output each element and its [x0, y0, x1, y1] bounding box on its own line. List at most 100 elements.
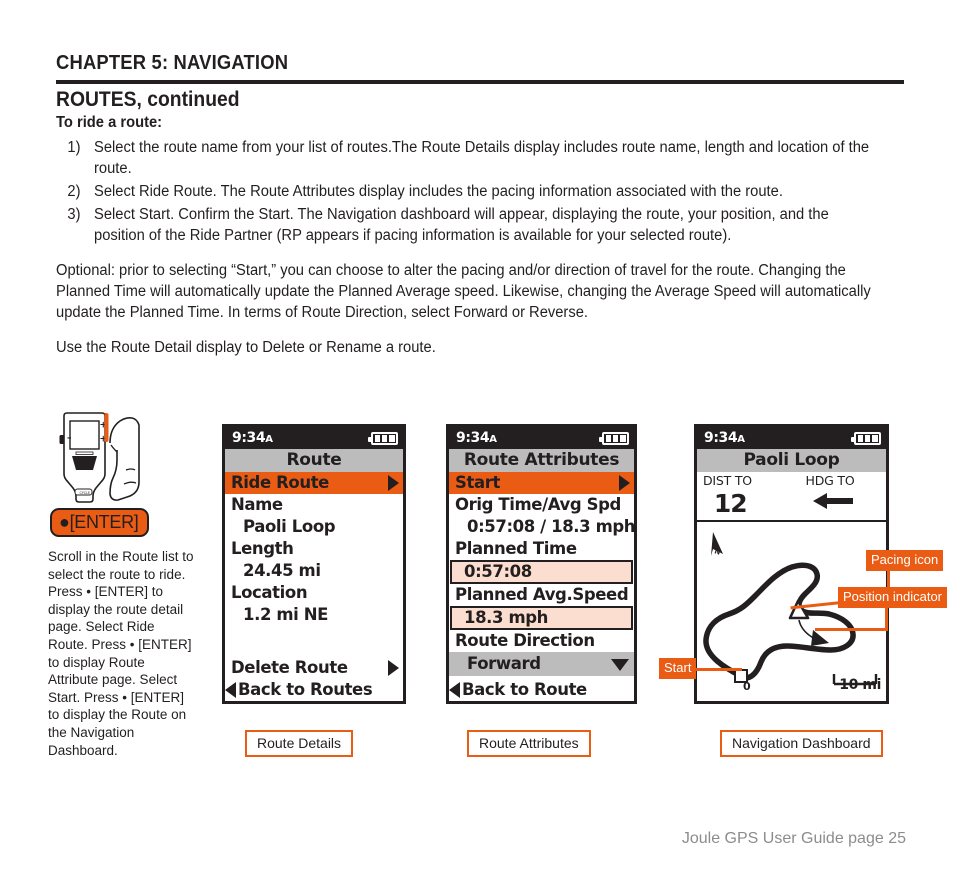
- paragraph-route-detail: Use the Route Detail display to Delete o…: [56, 339, 436, 356]
- menu-item-label: Ride Route: [231, 473, 329, 492]
- caption-route-attributes: Route Attributes: [467, 730, 591, 757]
- battery-icon: [851, 431, 881, 445]
- step-text: Select Start. Confirm the Start. The Nav…: [94, 206, 829, 244]
- menu-item-label: Back to Routes: [238, 680, 373, 699]
- device-with-hand-icon: – + + CYCLE: [59, 412, 140, 503]
- arrow-left-icon: [812, 493, 853, 509]
- screen-route-attributes: 9:34A Route Attributes Start Orig Time/A…: [446, 424, 637, 704]
- value-route-location: 1.2 mi NE: [225, 604, 403, 626]
- paragraph-optional: Optional: prior to selecting “Start,” yo…: [56, 262, 871, 321]
- status-bar: 9:34A: [697, 427, 886, 449]
- label-text: Planned Time: [455, 539, 577, 558]
- list-item: 3) Select Start. Confirm the Start. The N…: [56, 204, 873, 246]
- callout-start: Start: [659, 658, 697, 679]
- planned-time-field[interactable]: 0:57:08: [450, 560, 633, 584]
- step-number: 1): [67, 139, 81, 156]
- step-text: Select the route name from your list of …: [94, 139, 870, 177]
- screen-title: Route: [225, 449, 403, 472]
- label-planned-time: Planned Time: [449, 538, 634, 560]
- value-text: 0:57:08 / 18.3 mph: [467, 517, 636, 536]
- caption-route-details: Route Details: [245, 730, 354, 757]
- menu-item-length[interactable]: Length: [225, 538, 403, 560]
- value-text: 24.45 mi: [243, 561, 321, 580]
- label-text: Route Direction: [455, 631, 595, 650]
- device-illustration: – + + CYCLE: [54, 412, 159, 504]
- callout-pacing-icon: Pacing icon: [866, 550, 944, 571]
- screen-route-details: 9:34A Route Ride Route Name Paoli Loop L…: [222, 424, 406, 704]
- page-title: ROUTES, continued: [56, 88, 240, 111]
- step-text: Select Ride Route. The Route Attributes …: [94, 183, 783, 200]
- dashboard-field-values: 12: [697, 488, 886, 520]
- menu-item-label: Location: [231, 583, 308, 602]
- value-route-name: Paoli Loop: [225, 516, 403, 538]
- chevron-right-icon: [388, 475, 399, 491]
- screen-title: Paoli Loop: [697, 449, 886, 472]
- battery-icon: [368, 431, 398, 445]
- screen-navigation-dashboard: 9:34A Paoli Loop DIST TO HDG TO 12 N 0 1…: [694, 424, 889, 704]
- header-rule: [56, 80, 904, 84]
- status-bar: 9:34A: [449, 427, 634, 449]
- dist-to-value: 12: [713, 488, 748, 518]
- menu-item-back-to-routes[interactable]: Back to Routes: [225, 679, 403, 701]
- clock: 9:34A: [232, 430, 273, 446]
- menu-item-label: Name: [231, 495, 283, 514]
- menu-item-delete-route[interactable]: Delete Route: [225, 657, 403, 679]
- clock: 9:34A: [456, 430, 497, 446]
- svg-text:CYCLE: CYCLE: [80, 491, 91, 495]
- label-orig-time-avg-spd: Orig Time/Avg Spd: [449, 494, 634, 516]
- list-item: 1) Select the route name from your list o…: [56, 137, 873, 179]
- step-number: 3): [67, 206, 81, 223]
- steps-list: 1) Select the route name from your list o…: [56, 137, 916, 246]
- dashboard-field-labels: DIST TO HDG TO: [697, 472, 886, 488]
- menu-item-back-to-route[interactable]: Back to Route: [449, 679, 634, 701]
- map-scale-label: 10 mi: [839, 677, 881, 693]
- label-text: Orig Time/Avg Spd: [455, 495, 621, 514]
- route-direction-select[interactable]: Forward: [449, 652, 634, 676]
- battery-icon: [599, 431, 629, 445]
- position-indicator-icon: [811, 630, 829, 646]
- status-bar: 9:34A: [225, 427, 403, 449]
- footer-text: Joule GPS User Guide page 25: [681, 830, 906, 847]
- chevron-left-icon: [449, 682, 460, 698]
- callout-start-leader: [694, 668, 742, 671]
- step-number: 2): [67, 183, 81, 200]
- svg-text:N: N: [713, 547, 721, 556]
- route-direction-value: Forward: [467, 654, 541, 673]
- menu-item-label: Length: [231, 539, 294, 558]
- caption-navigation-dashboard: Navigation Dashboard: [720, 730, 883, 757]
- menu-item-ride-route[interactable]: Ride Route: [225, 472, 403, 494]
- body-copy: To ride a route: 1) Select the route name…: [56, 113, 916, 358]
- north-arrow-icon: N: [711, 532, 723, 557]
- sidebar: – + + CYCLE ●[ENTER] Scroll in the Route…: [48, 412, 213, 759]
- value-orig-time-avg-spd: 0:57:08 / 18.3 mph: [449, 516, 636, 538]
- list-item: 2) Select Ride Route. The Route Attribute…: [56, 181, 873, 202]
- dist-to-label: DIST TO: [703, 473, 752, 488]
- menu-item-label: Back to Route: [462, 680, 587, 699]
- menu-item-location[interactable]: Location: [225, 582, 403, 604]
- value-text: 1.2 mi NE: [243, 605, 329, 624]
- menu-item-name[interactable]: Name: [225, 494, 403, 516]
- enter-button[interactable]: ●[ENTER]: [50, 508, 150, 537]
- screen-title: Route Attributes: [449, 449, 634, 472]
- svg-text:–: –: [67, 434, 72, 444]
- value-route-length: 24.45 mi: [225, 560, 403, 582]
- chevron-left-icon: [225, 682, 236, 698]
- planned-avg-speed-field[interactable]: 18.3 mph: [450, 606, 633, 630]
- chevron-down-icon: [611, 659, 629, 671]
- label-route-direction: Route Direction: [449, 630, 634, 652]
- lead-in-text: To ride a route:: [56, 114, 163, 131]
- hdg-to-value: [792, 490, 881, 516]
- chevron-right-icon: [619, 475, 630, 491]
- chevron-right-icon: [388, 660, 399, 676]
- start-marker-label: 0: [743, 680, 751, 693]
- callout-position-indicator: Position indicator: [838, 587, 947, 608]
- menu-item-start[interactable]: Start: [449, 472, 634, 494]
- hdg-to-label: HDG TO: [805, 473, 855, 488]
- label-text: Planned Avg.Speed: [455, 585, 629, 604]
- sidebar-caption-text: Scroll in the Route list to select the r…: [48, 549, 194, 758]
- menu-item-label: Delete Route: [231, 658, 348, 677]
- chapter-title: CHAPTER 5: NAVIGATION: [56, 52, 289, 74]
- menu-item-label: Start: [455, 473, 500, 492]
- value-text: Paoli Loop: [243, 517, 336, 536]
- label-planned-avg-speed: Planned Avg.Speed: [449, 584, 634, 606]
